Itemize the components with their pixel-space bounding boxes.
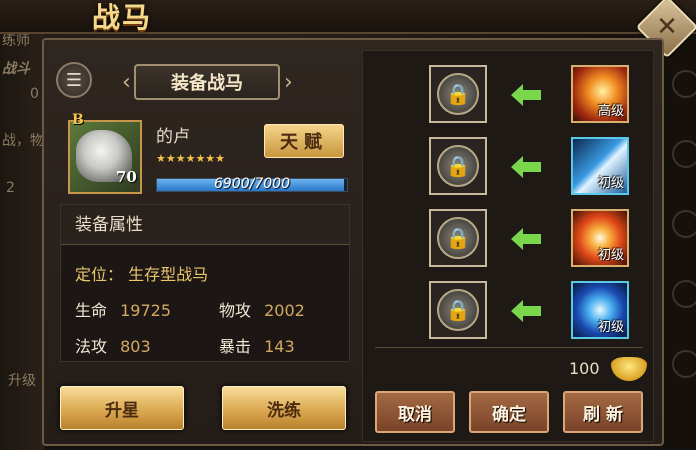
magic-attack-value: 803 — [120, 337, 151, 356]
skill-level: 初级 — [597, 176, 624, 191]
skill-level: 初级 — [597, 320, 624, 335]
grade-badge: B — [72, 112, 84, 128]
refresh-button[interactable]: 刷 新 — [563, 391, 643, 433]
hp-row: 生命 19725 — [75, 297, 171, 321]
background-side-panel: 练师 战斗 0 战，物 2 升级 — [0, 30, 44, 450]
menu-button[interactable]: ☰ — [56, 62, 92, 98]
background-text: 0 — [30, 86, 39, 102]
divider — [375, 347, 643, 348]
locked-skill-slot[interactable]: 🔒 — [429, 209, 487, 267]
role-value: 生存型战马 — [128, 265, 209, 284]
horse-panel: ☰ ‹ 装备战马 › B 70 的卢 ★★★★★★★ 6900/7000 天赋 … — [42, 38, 664, 446]
talent-button[interactable]: 天赋 — [264, 124, 344, 158]
lock-icon: 🔒 — [437, 73, 479, 115]
background-text: 2 — [6, 180, 15, 196]
section-title: 装备战马 — [134, 64, 280, 100]
skill-slot[interactable]: 初级 — [571, 137, 629, 195]
arrow-left-icon — [511, 84, 541, 106]
role-row: 定位： 生存型战马 — [75, 261, 208, 285]
skill-slot[interactable]: 初级 — [571, 281, 629, 339]
magic-attack-row: 法攻 803 — [75, 333, 151, 357]
refine-button[interactable]: 洗练 — [222, 386, 346, 430]
cancel-button[interactable]: 取消 — [375, 391, 455, 433]
background-text: 战，物 — [2, 133, 44, 149]
skill-level: 高级 — [597, 104, 624, 119]
physical-attack-value: 2002 — [264, 301, 305, 320]
background-text: 战斗 — [2, 61, 30, 77]
crit-label: 暴击 — [219, 337, 252, 356]
lock-icon: 🔒 — [437, 145, 479, 187]
upgrade-star-button[interactable]: 升星 — [60, 386, 184, 430]
crit-value: 143 — [264, 337, 295, 356]
attributes-box: 装备属性 定位： 生存型战马 生命 19725 物攻 2002 法攻 803 暴… — [60, 204, 350, 362]
hp-value: 19725 — [120, 301, 172, 320]
locked-skill-slot[interactable]: 🔒 — [429, 137, 487, 195]
window-title: 战马 — [92, 1, 153, 34]
crit-row: 暴击 143 — [219, 333, 295, 357]
skill-slot[interactable]: 初级 — [571, 209, 629, 267]
physical-attack-row: 物攻 2002 — [219, 297, 305, 321]
exp-progress-bar: 6900/7000 — [156, 176, 348, 192]
lock-icon: 🔒 — [437, 289, 479, 331]
role-label: 定位： — [75, 265, 124, 284]
physical-attack-label: 物攻 — [219, 301, 252, 320]
background-right-panel — [662, 30, 696, 450]
banner-right-ornament: › — [284, 70, 293, 95]
banner-left-ornament: ‹ — [122, 70, 131, 95]
gold-ingot-icon — [611, 357, 647, 381]
lock-icon: 🔒 — [437, 217, 479, 259]
gold-count: 100 — [569, 359, 600, 378]
background-text: 升级 — [8, 373, 36, 389]
skill-slot[interactable]: 高级 — [571, 65, 629, 123]
confirm-button[interactable]: 确定 — [469, 391, 549, 433]
arrow-left-icon — [511, 228, 541, 250]
header-bar: 战马 — [0, 0, 696, 34]
horse-name: 的卢 — [156, 127, 190, 147]
skill-level: 初级 — [597, 248, 624, 263]
locked-skill-slot[interactable]: 🔒 — [429, 281, 487, 339]
hp-label: 生命 — [75, 301, 108, 320]
attributes-header: 装备属性 — [61, 205, 349, 245]
horse-level: 70 — [116, 168, 137, 186]
arrow-left-icon — [511, 300, 541, 322]
locked-skill-slot[interactable]: 🔒 — [429, 65, 487, 123]
star-rating: ★★★★★★★ — [156, 152, 226, 165]
magic-attack-label: 法攻 — [75, 337, 108, 356]
arrow-left-icon — [511, 156, 541, 178]
list-icon: ☰ — [65, 69, 83, 91]
skill-refine-column: 🔒 高级 🔒 初级 🔒 初级 🔒 初级 100 取消 确定 刷 新 — [362, 50, 654, 442]
exp-progress-text: 6900/7000 — [214, 176, 290, 192]
